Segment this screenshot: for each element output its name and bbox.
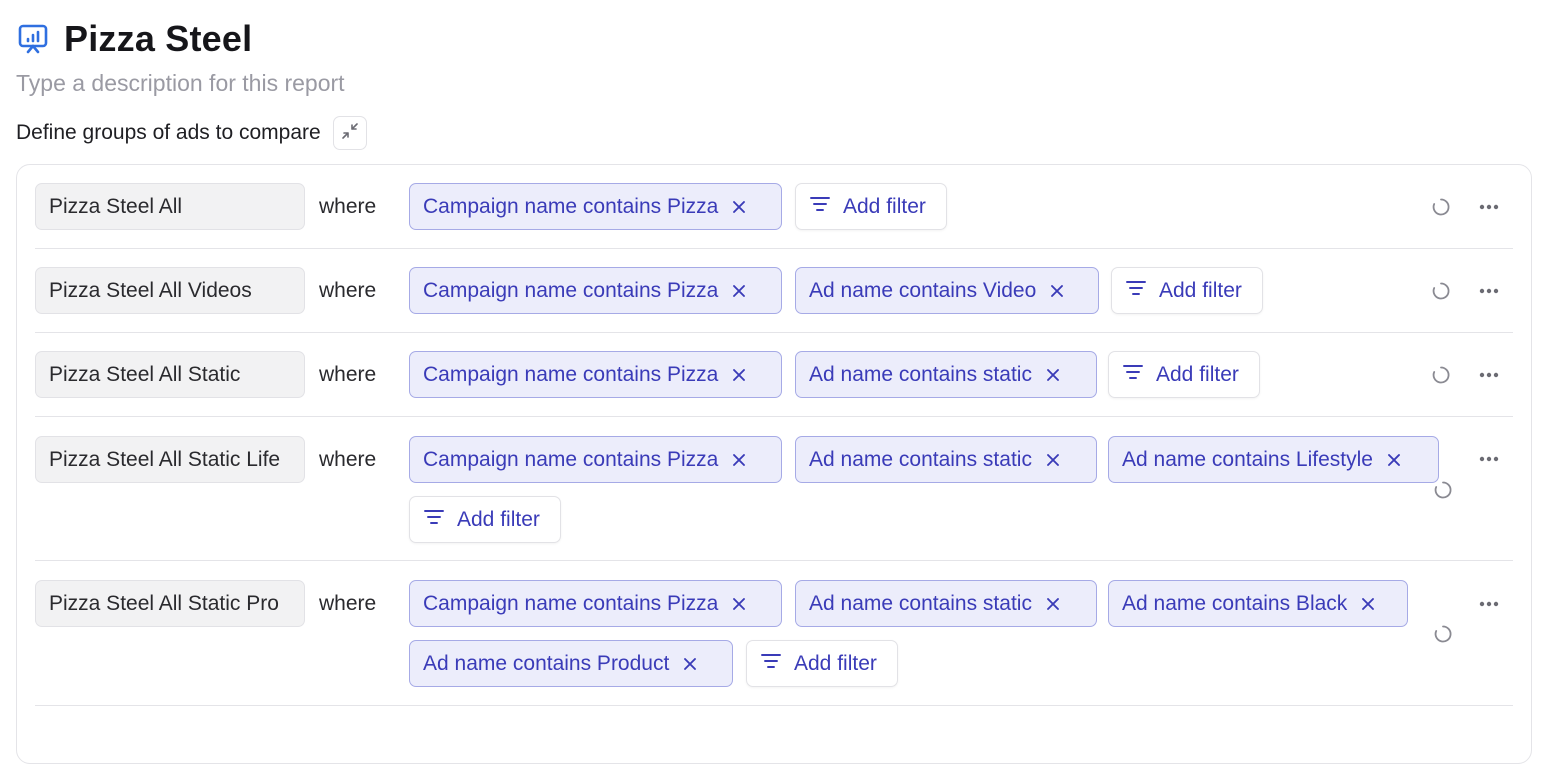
filter-chip[interactable]: Ad name contains static	[795, 351, 1097, 398]
row-divider	[35, 560, 1513, 561]
refresh-icon[interactable]	[1429, 620, 1457, 648]
more-horizontal-icon[interactable]	[1475, 277, 1503, 305]
group-name-input[interactable]: Pizza Steel All Static	[35, 351, 305, 398]
filter-lines-icon	[809, 195, 831, 219]
filter-chip-label: Campaign name contains Pizza	[423, 194, 719, 218]
more-horizontal-icon[interactable]	[1475, 193, 1503, 221]
row-divider	[35, 416, 1513, 417]
group-name-input[interactable]: Pizza Steel All Videos	[35, 267, 305, 314]
filter-chip[interactable]: Ad name contains static	[795, 436, 1097, 483]
close-icon[interactable]	[730, 595, 748, 613]
where-label: where	[319, 592, 377, 615]
where-label: where	[319, 363, 377, 386]
define-groups-section: Define groups of ads to compare	[16, 116, 367, 150]
group-name-input[interactable]: Pizza Steel All Static Life	[35, 436, 305, 483]
filter-chip-label: Campaign name contains Pizza	[423, 447, 719, 471]
close-icon[interactable]	[730, 451, 748, 469]
filter-chip-label: Ad name contains Lifestyle	[1122, 447, 1373, 471]
filter-chip[interactable]: Ad name contains Video	[795, 267, 1099, 314]
collapse-arrows-icon	[340, 121, 360, 146]
groups-panel: Pizza Steel All where Campaign name contai…	[16, 164, 1532, 764]
filter-chip[interactable]: Campaign name contains Pizza	[409, 436, 782, 483]
filter-chip-label: Ad name contains static	[809, 591, 1032, 615]
filter-lines-icon	[423, 508, 445, 532]
add-filter-button[interactable]: Add filter	[746, 640, 898, 687]
filter-chip-label: Ad name contains Product	[423, 651, 670, 675]
group-row: Pizza Steel All Static Life where Campaign…	[35, 436, 1513, 576]
where-label: where	[319, 279, 377, 302]
add-filter-label: Add filter	[457, 507, 540, 531]
refresh-icon[interactable]	[1429, 476, 1457, 504]
filter-chip-label: Ad name contains static	[809, 447, 1032, 471]
filter-chip[interactable]: Ad name contains Product	[409, 640, 733, 687]
report-description-input[interactable]: Type a description for this report	[16, 70, 345, 97]
row-divider	[35, 248, 1513, 249]
close-icon[interactable]	[730, 198, 748, 216]
close-icon[interactable]	[1359, 595, 1377, 613]
filter-chip-label: Campaign name contains Pizza	[423, 591, 719, 615]
report-title[interactable]: Pizza Steel	[64, 18, 252, 60]
close-icon[interactable]	[1385, 451, 1403, 469]
more-horizontal-icon[interactable]	[1475, 445, 1503, 473]
filter-chip-label: Campaign name contains Pizza	[423, 362, 719, 386]
filter-chip[interactable]: Ad name contains static	[795, 580, 1097, 627]
where-label: where	[319, 195, 377, 218]
close-icon[interactable]	[1044, 366, 1062, 384]
close-icon[interactable]	[1048, 282, 1066, 300]
group-row: Pizza Steel All Static Pro where Campaign …	[35, 580, 1513, 720]
filter-chip[interactable]: Campaign name contains Pizza	[409, 183, 782, 230]
row-divider	[35, 332, 1513, 333]
more-horizontal-icon[interactable]	[1475, 361, 1503, 389]
filter-chip[interactable]: Campaign name contains Pizza	[409, 267, 782, 314]
close-icon[interactable]	[730, 366, 748, 384]
add-filter-label: Add filter	[1156, 362, 1239, 386]
filter-chip[interactable]: Campaign name contains Pizza	[409, 580, 782, 627]
filter-chip-label: Ad name contains Black	[1122, 591, 1348, 615]
close-icon[interactable]	[730, 282, 748, 300]
row-divider	[35, 705, 1513, 706]
refresh-icon[interactable]	[1427, 193, 1455, 221]
add-filter-button[interactable]: Add filter	[795, 183, 947, 230]
where-label: where	[319, 448, 377, 471]
filter-chip[interactable]: Campaign name contains Pizza	[409, 351, 782, 398]
more-horizontal-icon[interactable]	[1475, 590, 1503, 618]
filter-chip[interactable]: Ad name contains Lifestyle	[1108, 436, 1439, 483]
filter-lines-icon	[1125, 279, 1147, 303]
refresh-icon[interactable]	[1427, 361, 1455, 389]
add-filter-button[interactable]: Add filter	[1108, 351, 1260, 398]
add-filter-button[interactable]: Add filter	[409, 496, 561, 543]
close-icon[interactable]	[1044, 451, 1062, 469]
add-filter-label: Add filter	[843, 194, 926, 218]
add-filter-label: Add filter	[1159, 278, 1242, 302]
chart-presentation-icon	[16, 22, 50, 56]
report-header: Pizza Steel	[16, 18, 252, 60]
add-filter-button[interactable]: Add filter	[1111, 267, 1263, 314]
close-icon[interactable]	[681, 655, 699, 673]
filter-chip-label: Ad name contains static	[809, 362, 1032, 386]
group-name-input[interactable]: Pizza Steel All Static Pro	[35, 580, 305, 627]
filter-lines-icon	[1122, 363, 1144, 387]
collapse-button[interactable]	[332, 116, 367, 150]
filter-chip-label: Campaign name contains Pizza	[423, 278, 719, 302]
filter-lines-icon	[760, 652, 782, 676]
add-filter-label: Add filter	[794, 651, 877, 675]
group-name-input[interactable]: Pizza Steel All	[35, 183, 305, 230]
refresh-icon[interactable]	[1427, 277, 1455, 305]
close-icon[interactable]	[1044, 595, 1062, 613]
filter-chip-label: Ad name contains Video	[809, 278, 1037, 302]
filter-chip[interactable]: Ad name contains Black	[1108, 580, 1408, 627]
define-groups-label: Define groups of ads to compare	[16, 121, 321, 144]
